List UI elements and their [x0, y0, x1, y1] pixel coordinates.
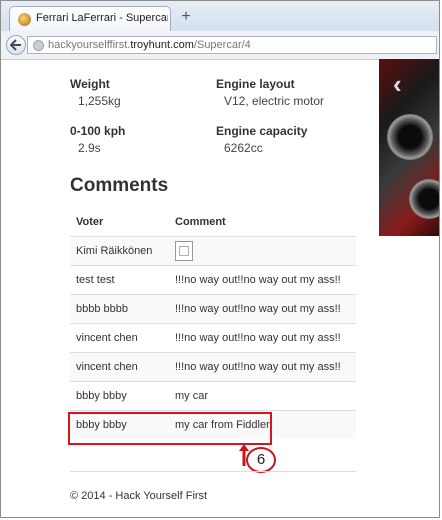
spec-value: V12, electric motor: [224, 94, 325, 108]
highlight-box: [68, 412, 272, 445]
comment-cell: !!!no way out!!no way out my ass!!: [169, 323, 356, 353]
tab-strip: Ferrari LaFerrari - Supercar Sho... +: [1, 1, 439, 32]
comments-table: Voter Comment Kimi Räikkönen test test !…: [70, 207, 356, 439]
exhaust-pipe: [409, 179, 439, 219]
voter-cell: vincent chen: [70, 352, 169, 382]
favicon-icon: [18, 13, 31, 26]
voter-column-header: Voter: [70, 207, 169, 237]
table-row: Kimi Räikkönen: [70, 236, 356, 266]
url-text: hackyourselffirst.troyhunt.com/Supercar/…: [48, 39, 251, 51]
new-tab-button[interactable]: +: [177, 8, 195, 26]
url-path: /Supercar/4: [193, 39, 251, 51]
url-prefix: hackyourselffirst.: [48, 39, 131, 51]
spec-weight: Weight 1,255kg: [70, 77, 121, 108]
comment-cell: my car: [169, 381, 356, 411]
spec-label: Weight: [70, 77, 110, 91]
table-row: vincent chen !!!no way out!!no way out m…: [70, 352, 356, 382]
broken-image-icon: [175, 241, 193, 261]
table-row: vincent chen !!!no way out!!no way out m…: [70, 323, 356, 353]
page-content: Weight 1,255kg Engine layout V12, electr…: [1, 59, 439, 517]
comment-cell: !!!no way out!!no way out my ass!!: [169, 265, 356, 295]
exhaust-pipe: [387, 114, 433, 160]
address-bar[interactable]: hackyourselffirst.troyhunt.com/Supercar/…: [27, 36, 437, 54]
navigation-bar: hackyourselffirst.troyhunt.com/Supercar/…: [1, 31, 439, 60]
spec-acceleration: 0-100 kph 2.9s: [70, 124, 125, 155]
spec-value: 6262cc: [224, 141, 263, 155]
voter-cell: test test: [70, 265, 169, 295]
comment-cell: !!!no way out!!no way out my ass!!: [169, 352, 356, 382]
voter-cell: vincent chen: [70, 323, 169, 353]
back-button[interactable]: [6, 35, 26, 55]
table-row: bbby bbby my car: [70, 381, 356, 411]
back-arrow-icon: [10, 39, 21, 51]
car-photo[interactable]: ‹: [379, 59, 439, 236]
table-row: bbbb bbbb !!!no way out!!no way out my a…: [70, 294, 356, 324]
spec-engine-layout: Engine layout V12, electric motor: [216, 77, 324, 108]
spec-engine-capacity: Engine capacity 6262cc: [216, 124, 307, 155]
url-domain: troyhunt.com: [130, 39, 194, 51]
browser-window: Ferrari LaFerrari - Supercar Sho... + ha…: [0, 0, 440, 518]
comment-cell: [169, 236, 356, 266]
footer-divider: [70, 471, 356, 472]
carousel-prev-icon[interactable]: ‹: [393, 69, 402, 100]
comments-heading: Comments: [70, 175, 169, 196]
spec-label: 0-100 kph: [70, 124, 126, 138]
globe-icon: [33, 40, 44, 51]
comment-column-header: Comment: [169, 207, 356, 237]
tab-ferrari[interactable]: Ferrari LaFerrari - Supercar Sho...: [9, 6, 171, 31]
voter-cell: Kimi Räikkönen: [70, 236, 169, 266]
comment-cell: !!!no way out!!no way out my ass!!: [169, 294, 356, 324]
footer-text: © 2014 - Hack Yourself First: [70, 490, 208, 502]
spec-label: Engine capacity: [216, 124, 308, 138]
table-row: test test !!!no way out!!no way out my a…: [70, 265, 356, 295]
spec-value: 2.9s: [78, 141, 101, 155]
spec-value: 1,255kg: [78, 94, 121, 108]
voter-cell: bbby bbby: [70, 381, 169, 411]
tab-title: Ferrari LaFerrari - Supercar Sho...: [36, 12, 168, 24]
table-header-row: Voter Comment: [70, 207, 356, 237]
annotation-badge: 6: [246, 447, 276, 473]
voter-cell: bbbb bbbb: [70, 294, 169, 324]
spec-label: Engine layout: [216, 77, 295, 91]
